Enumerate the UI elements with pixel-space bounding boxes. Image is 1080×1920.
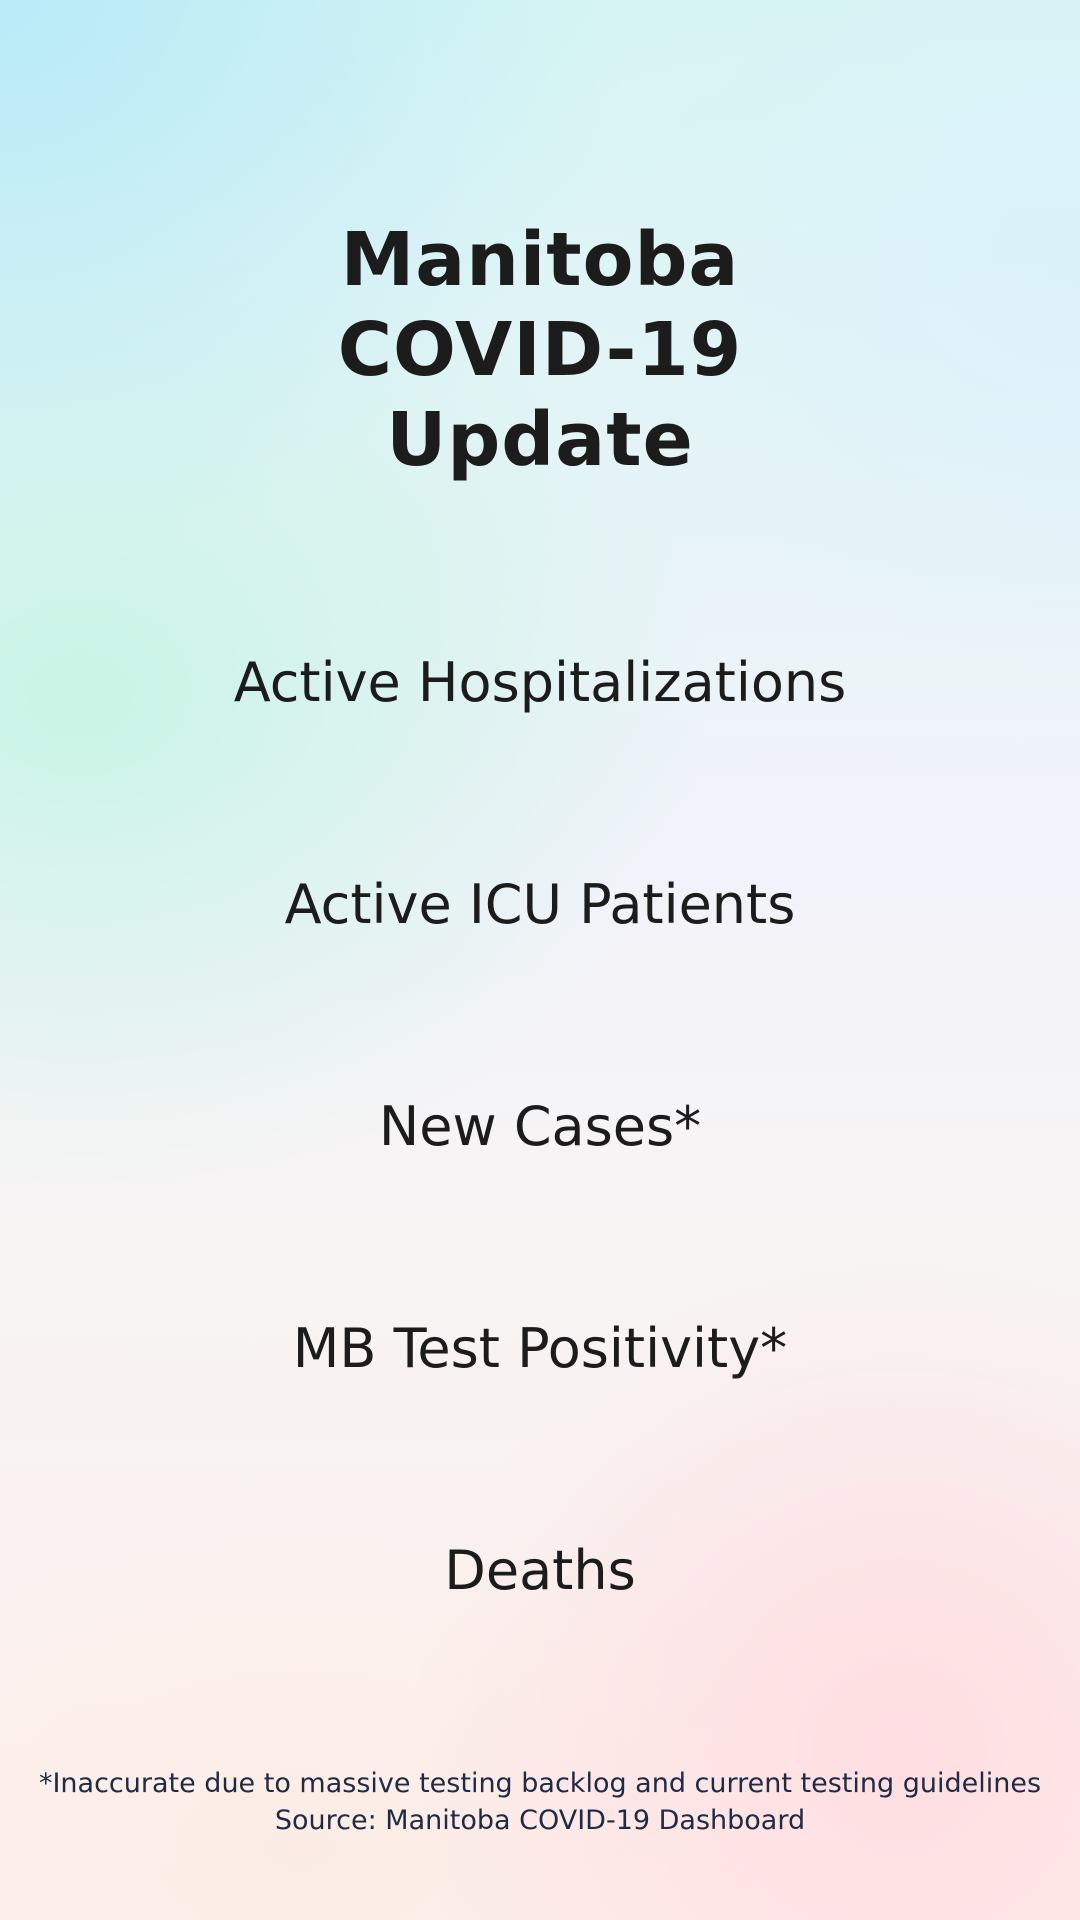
- page-title-line-3: Update: [386, 397, 694, 483]
- metric-active-icu-patients: Active ICU Patients: [284, 873, 796, 936]
- footnote-source: Source: Manitoba COVID-19 Dashboard: [274, 1805, 806, 1836]
- metric-test-positivity: MB Test Positivity*: [292, 1317, 788, 1380]
- page-title: Manitoba COVID-19 Update: [0, 215, 1080, 485]
- metric-active-hospitalizations: Active Hospitalizations: [233, 651, 847, 714]
- page-title-line-1: Manitoba: [340, 217, 740, 303]
- metric-deaths: Deaths: [444, 1539, 636, 1602]
- page-title-line-2: COVID-19: [337, 307, 743, 393]
- footnote-disclaimer: *Inaccurate due to massive testing backl…: [38, 1768, 1042, 1799]
- footnotes: *Inaccurate due to massive testing backl…: [0, 1765, 1080, 1839]
- metric-new-cases: New Cases*: [378, 1095, 702, 1158]
